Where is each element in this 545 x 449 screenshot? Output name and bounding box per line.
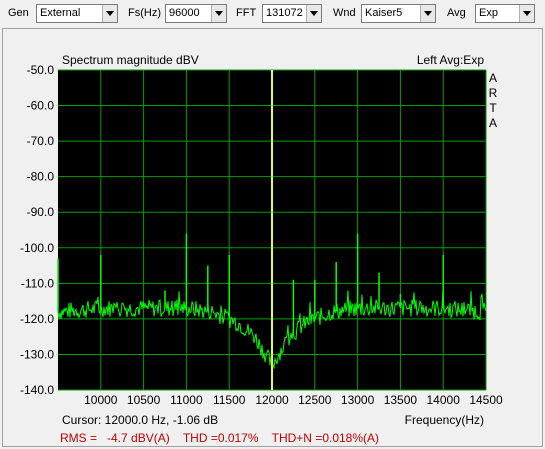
y-tick-label: -80.0: [27, 170, 55, 184]
status-readout: RMS = -4.7 dBV(A) THD =0.017% THD+N =0.0…: [60, 431, 379, 445]
y-tick-label: -110.0: [21, 276, 54, 290]
x-tick-label: 11000: [170, 393, 203, 407]
arta-logo: ARTA: [489, 71, 498, 130]
y-tick-label: -140.0: [20, 383, 54, 397]
brand-letter: A: [489, 71, 497, 85]
y-tick-label: -130.0: [20, 347, 54, 361]
x-tick-label: 10000: [84, 393, 118, 407]
y-tick-label: -70.0: [27, 134, 55, 148]
x-tick-label: 14500: [469, 393, 503, 407]
channel-info: Left Avg:Exp: [417, 53, 484, 67]
y-tick-label: -60.0: [27, 99, 55, 113]
y-axis-labels: -50.0 -60.0 -70.0 -80.0 -90.0 -100.0 -110.0 -12…: [20, 63, 54, 397]
spectrum-chart: Spectrum magnitude dBV Left Avg:Exp -50.…: [20, 53, 503, 445]
x-tick-label: 13500: [384, 393, 418, 407]
chart-title: Spectrum magnitude dBV: [62, 53, 199, 67]
x-tick-label: 11500: [213, 393, 246, 407]
x-axis-title: Frequency(Hz): [405, 413, 484, 427]
brand-letter: A: [489, 116, 497, 130]
x-axis-labels: 10000 10500 11000 11500 12000 12500 13000 13500…: [84, 393, 503, 407]
y-tick-label: -90.0: [27, 205, 55, 219]
x-tick-label: 14000: [427, 393, 461, 407]
brand-letter: R: [489, 86, 498, 100]
brand-letter: T: [489, 101, 497, 115]
cursor-readout: Cursor: 12000.0 Hz, -1.06 dB: [62, 413, 218, 427]
y-tick-label: -100.0: [20, 241, 54, 255]
x-tick-label: 12500: [298, 393, 332, 407]
y-tick-label: -50.0: [27, 63, 55, 77]
x-tick-label: 10500: [127, 393, 161, 407]
x-tick-label: 13000: [341, 393, 375, 407]
x-tick-label: 12000: [255, 393, 289, 407]
y-tick-label: -120.0: [20, 312, 54, 326]
